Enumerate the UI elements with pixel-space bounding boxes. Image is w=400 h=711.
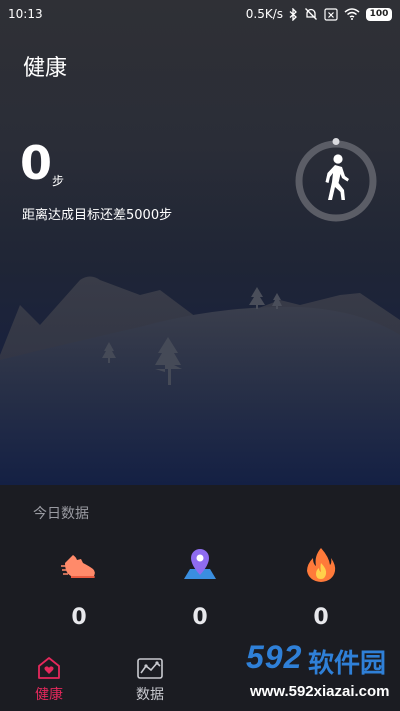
- heart-house-icon: [38, 657, 60, 679]
- chart-icon: [137, 658, 163, 679]
- bluetooth-icon: [289, 7, 297, 21]
- tab-health-label: 健康: [35, 687, 63, 703]
- status-time: 10:13: [8, 7, 43, 21]
- metric-distance-value: 0: [192, 605, 208, 630]
- alarm-muted-icon: [305, 8, 317, 20]
- walking-person-icon: [325, 154, 349, 200]
- today-data-panel: 今日数据 0 步 0 千米 0 大卡 健康: [0, 485, 400, 711]
- flame-icon: [307, 548, 336, 582]
- walking-progress-ring[interactable]: [292, 137, 380, 225]
- net-speed: 0.5K/s: [245, 7, 283, 21]
- health-hero-panel: 10:13 0.5K/s 100 健康 0 步 距离达成目标还差5000步: [0, 0, 400, 485]
- page-title: 健康: [23, 56, 68, 81]
- status-icons: 0.5K/s 100: [246, 7, 392, 21]
- goal-remaining-text: 距离达成目标还差5000步: [22, 208, 173, 223]
- today-data-label: 今日数据: [33, 506, 89, 522]
- step-count: 0: [20, 136, 53, 190]
- tab-health[interactable]: 健康: [19, 656, 79, 704]
- sim-icon: [324, 7, 338, 21]
- step-unit: 步: [52, 174, 65, 188]
- bottom-tab-bar: 健康 数据: [0, 632, 400, 711]
- wifi-icon: [344, 8, 360, 20]
- mountain-landscape: [0, 276, 400, 485]
- status-bar: 10:13 0.5K/s 100: [0, 0, 400, 28]
- tab-data[interactable]: 数据: [120, 656, 180, 704]
- tab-data-label: 数据: [136, 687, 164, 703]
- metric-calories-value: 0: [313, 605, 329, 630]
- battery-icon: 100: [366, 7, 392, 21]
- map-pin-icon: [184, 549, 216, 579]
- shoe-icon: [61, 555, 95, 578]
- metric-steps-value: 0: [71, 605, 87, 630]
